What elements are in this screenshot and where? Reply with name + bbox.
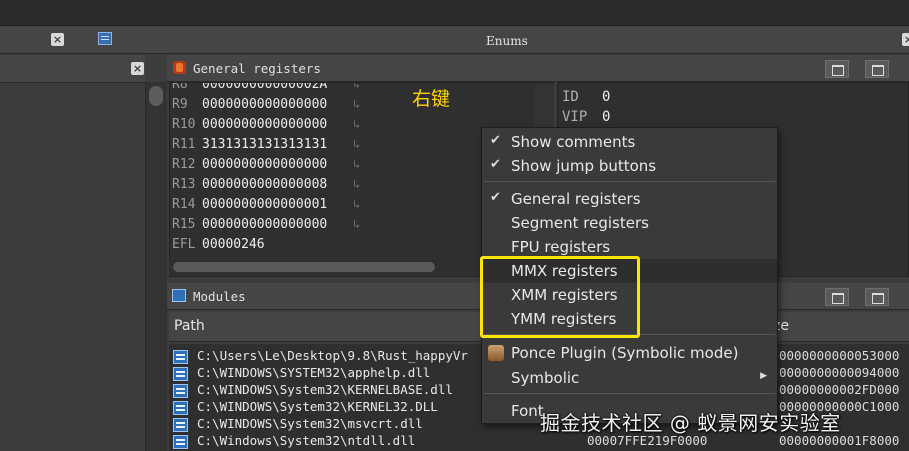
highlight-annotation-box bbox=[480, 256, 640, 338]
checkmark-icon: ✔ bbox=[490, 190, 501, 205]
restore-button[interactable] bbox=[865, 288, 889, 306]
jump-arrow-icon: ↳ bbox=[353, 137, 361, 151]
restore-button[interactable] bbox=[865, 60, 889, 78]
jump-arrow-icon: ↳ bbox=[353, 117, 361, 131]
menu-separator bbox=[484, 393, 775, 394]
left-panel-scrollbar[interactable] bbox=[145, 82, 167, 451]
checkmark-icon: ✔ bbox=[490, 133, 501, 148]
menu-item-general-registers[interactable]: ✔ General registers bbox=[482, 187, 777, 211]
menu-item-segment-registers[interactable]: Segment registers bbox=[482, 211, 777, 235]
tab-bar: × Enums × bbox=[0, 26, 909, 54]
left-panel: × bbox=[0, 55, 145, 451]
jump-arrow-icon: ↳ bbox=[353, 97, 361, 111]
module-file-icon bbox=[173, 401, 188, 415]
submenu-arrow-icon: ▶ bbox=[760, 371, 767, 381]
ponce-plugin-icon bbox=[488, 345, 504, 361]
close-icon[interactable]: × bbox=[131, 62, 144, 75]
watermark: 掘金技术社区 @ 蚁景网安实验室 bbox=[540, 411, 841, 435]
jump-arrow-icon: ↳ bbox=[353, 177, 361, 191]
checkmark-icon: ✔ bbox=[490, 157, 501, 172]
close-icon[interactable]: × bbox=[902, 33, 909, 46]
module-file-icon bbox=[173, 384, 188, 398]
general-registers-title: General registers bbox=[193, 61, 321, 76]
enums-tab-icon bbox=[98, 32, 112, 45]
close-icon[interactable]: × bbox=[51, 33, 64, 46]
general-registers-header: General registers bbox=[167, 55, 909, 82]
menu-item-show-jump-buttons[interactable]: ✔ Show jump buttons bbox=[482, 154, 777, 178]
menu-separator bbox=[484, 181, 775, 182]
jump-arrow-icon: ↳ bbox=[353, 82, 361, 91]
maximize-button[interactable] bbox=[825, 60, 849, 78]
left-panel-header: × bbox=[0, 55, 145, 83]
top-toolbar-strip bbox=[0, 0, 909, 26]
jump-arrow-icon: ↳ bbox=[353, 157, 361, 171]
modules-panel-icon bbox=[172, 289, 186, 302]
module-file-icon bbox=[173, 435, 188, 449]
jump-arrow-icon: ↳ bbox=[353, 197, 361, 211]
jump-arrow-icon: ↳ bbox=[353, 217, 361, 231]
scrollbar-thumb[interactable] bbox=[149, 86, 163, 106]
enums-tab-title[interactable]: Enums bbox=[486, 34, 528, 48]
right-click-hint: 右键 bbox=[412, 88, 451, 110]
column-header-path[interactable]: Path bbox=[174, 318, 205, 334]
scrollbar-thumb[interactable] bbox=[173, 262, 435, 272]
flag-row: VIP 0 bbox=[562, 109, 611, 125]
module-file-icon bbox=[173, 367, 188, 381]
module-file-icon bbox=[173, 350, 188, 364]
menu-item-ponce-plugin[interactable]: Ponce Plugin (Symbolic mode) bbox=[482, 341, 777, 365]
maximize-button[interactable] bbox=[825, 288, 849, 306]
menu-item-show-comments[interactable]: ✔ Show comments bbox=[482, 130, 777, 154]
module-file-icon bbox=[173, 418, 188, 432]
menu-item-symbolic[interactable]: Symbolic ▶ bbox=[482, 366, 777, 390]
registers-panel-icon bbox=[173, 61, 186, 74]
flag-row: ID 0 bbox=[562, 89, 611, 105]
modules-title: Modules bbox=[193, 289, 246, 304]
